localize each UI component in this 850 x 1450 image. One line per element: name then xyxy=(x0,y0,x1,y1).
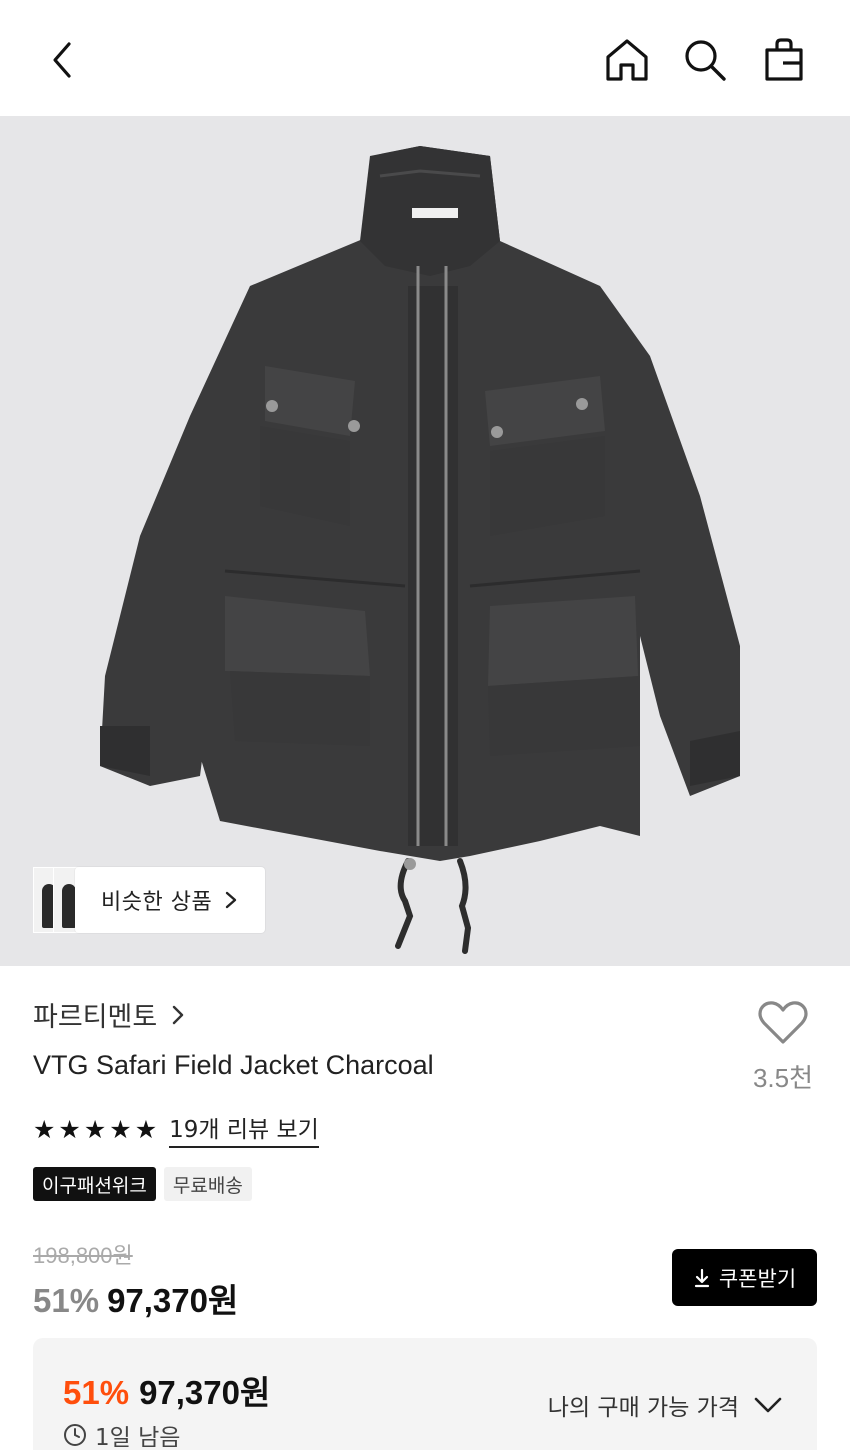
rating-row: ★ ★ ★ ★ ★ 19개 리뷰 보기 xyxy=(33,1110,319,1148)
shopping-bag-button[interactable] xyxy=(756,32,812,88)
chevron-left-icon xyxy=(53,42,71,78)
like-button[interactable]: 3.5천 xyxy=(746,1000,820,1095)
brand-link[interactable]: 파르티멘토 xyxy=(33,995,185,1034)
star-icon: ★ xyxy=(83,1114,107,1144)
rating-stars: ★ ★ ★ ★ ★ xyxy=(33,1117,157,1142)
heart-icon xyxy=(758,1001,808,1044)
like-count: 3.5천 xyxy=(752,1063,814,1093)
star-icon: ★ xyxy=(58,1114,81,1144)
original-price: 198,800원 xyxy=(33,1243,133,1268)
coupon-label: 쿠폰받기 xyxy=(718,1266,797,1291)
home-icon xyxy=(606,39,648,81)
time-left: 1일 남음 xyxy=(63,1418,180,1450)
chevron-down-icon xyxy=(754,1397,782,1413)
sale-price-row: 51% 97,370원 xyxy=(33,1274,238,1322)
coupon-button[interactable]: 쿠폰받기 xyxy=(672,1249,817,1306)
my-price-row: 51% 97,370원 xyxy=(63,1366,270,1414)
search-icon xyxy=(685,40,726,81)
my-price-box[interactable]: 51% 97,370원 1일 남음 나의 구매 가능 가격 xyxy=(33,1338,817,1450)
shopping-bag-icon xyxy=(765,38,803,81)
my-price: 97,370원 xyxy=(139,1374,271,1411)
my-price-label: 나의 구매 가능 가격 xyxy=(547,1395,739,1421)
jacket-illustration xyxy=(100,146,740,954)
star-icon: ★ xyxy=(109,1114,132,1144)
discount-percent: 51% xyxy=(33,1282,100,1319)
chevron-right-icon xyxy=(173,1005,184,1024)
top-nav-bar xyxy=(0,0,850,116)
similar-products-label: 비슷한 상품 xyxy=(101,890,213,915)
home-button[interactable] xyxy=(599,32,655,88)
time-left-label: 1일 남음 xyxy=(95,1425,181,1450)
brand-name: 파르티멘토 xyxy=(33,1002,158,1033)
star-icon: ★ xyxy=(33,1114,56,1144)
star-icon: ★ xyxy=(134,1114,158,1144)
download-icon xyxy=(694,1268,709,1287)
search-button[interactable] xyxy=(677,32,733,88)
back-button[interactable] xyxy=(34,32,90,88)
similar-products-pill[interactable]: 비슷한 상품 xyxy=(75,867,265,933)
free-shipping-badge: 무료배송 xyxy=(163,1167,252,1201)
sale-price: 97,370원 xyxy=(107,1282,239,1319)
my-discount-percent: 51% xyxy=(63,1374,130,1411)
event-badge: 이구패션위크 xyxy=(33,1167,156,1201)
product-image[interactable]: 비슷한 상품 xyxy=(0,116,850,966)
review-link[interactable]: 19개 리뷰 보기 xyxy=(169,1110,319,1148)
similar-products-button[interactable]: 비슷한 상품 xyxy=(33,867,265,933)
chevron-right-icon xyxy=(226,891,237,909)
clock-icon xyxy=(64,1424,86,1446)
badge-row: 이구패션위크 무료배송 xyxy=(33,1167,252,1201)
my-price-toggle[interactable]: 나의 구매 가능 가격 xyxy=(548,1388,783,1422)
product-title: VTG Safari Field Jacket Charcoal xyxy=(33,1050,434,1080)
